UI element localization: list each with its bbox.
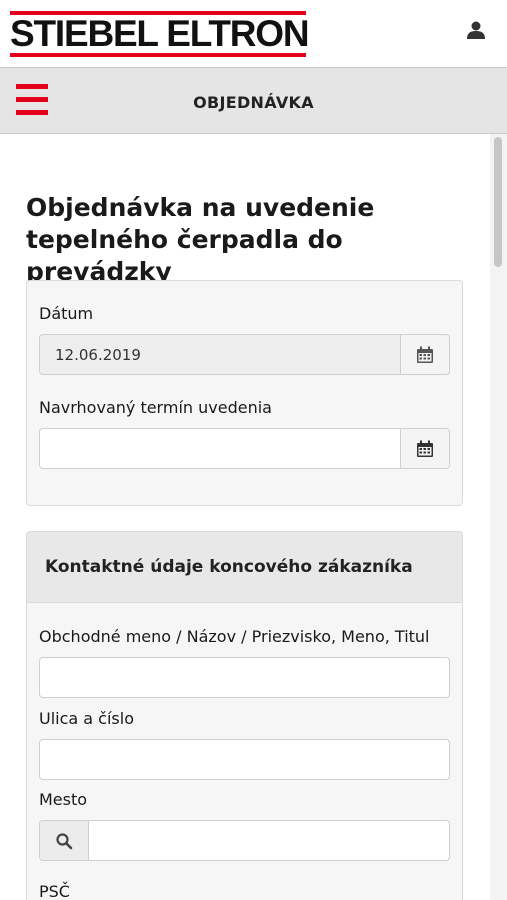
customer-card-header: Kontaktné údaje koncového zákazníka — [27, 532, 462, 603]
date-calendar-button[interactable] — [400, 335, 449, 374]
city-field[interactable] — [39, 820, 450, 861]
date-field[interactable]: 12.06.2019 — [39, 334, 450, 375]
stiebel-eltron-logo[interactable]: STIEBEL ELTRON — [10, 11, 310, 57]
city-search-button[interactable] — [40, 821, 89, 860]
top-navbar: OBJEDNÁVKA — [0, 67, 507, 134]
zip-label: PSČ — [39, 882, 70, 900]
name-label: Obchodné meno / Názov / Priezvisko, Meno… — [39, 627, 430, 646]
search-icon — [56, 833, 73, 850]
proposed-date-field[interactable] — [39, 428, 450, 469]
proposed-date-calendar-button[interactable] — [400, 429, 449, 468]
user-icon[interactable] — [466, 20, 486, 40]
street-label: Ulica a číslo — [39, 709, 134, 728]
street-field[interactable] — [39, 739, 450, 780]
scrollbar-thumb[interactable] — [494, 137, 502, 267]
customer-card-title: Kontaktné údaje koncového zákazníka — [45, 557, 413, 577]
customer-contact-card: Kontaktné údaje koncového zákazníka Obch… — [26, 531, 463, 900]
dates-card: Dátum 12.06.2019 Navrhovaný termín uvede… — [26, 280, 463, 506]
hamburger-bar — [16, 110, 48, 115]
city-label: Mesto — [39, 790, 88, 809]
date-value: 12.06.2019 — [55, 346, 141, 364]
hamburger-bar — [16, 84, 48, 89]
logo-wordmark: STIEBEL ELTRON — [10, 13, 310, 54]
calendar-icon — [417, 440, 433, 457]
nav-title: OBJEDNÁVKA — [193, 93, 314, 112]
brand-header: STIEBEL ELTRON — [0, 0, 507, 67]
hamburger-bar — [16, 97, 48, 102]
hamburger-menu-icon[interactable] — [16, 84, 48, 116]
proposed-date-label: Navrhovaný termín uvedenia — [39, 398, 272, 417]
logo-rule-bottom — [10, 53, 306, 57]
date-label: Dátum — [39, 304, 94, 323]
name-field[interactable] — [39, 657, 450, 698]
calendar-icon — [417, 346, 433, 363]
page-title: Objednávka na uvedenie tepelného čerpadl… — [26, 193, 375, 286]
